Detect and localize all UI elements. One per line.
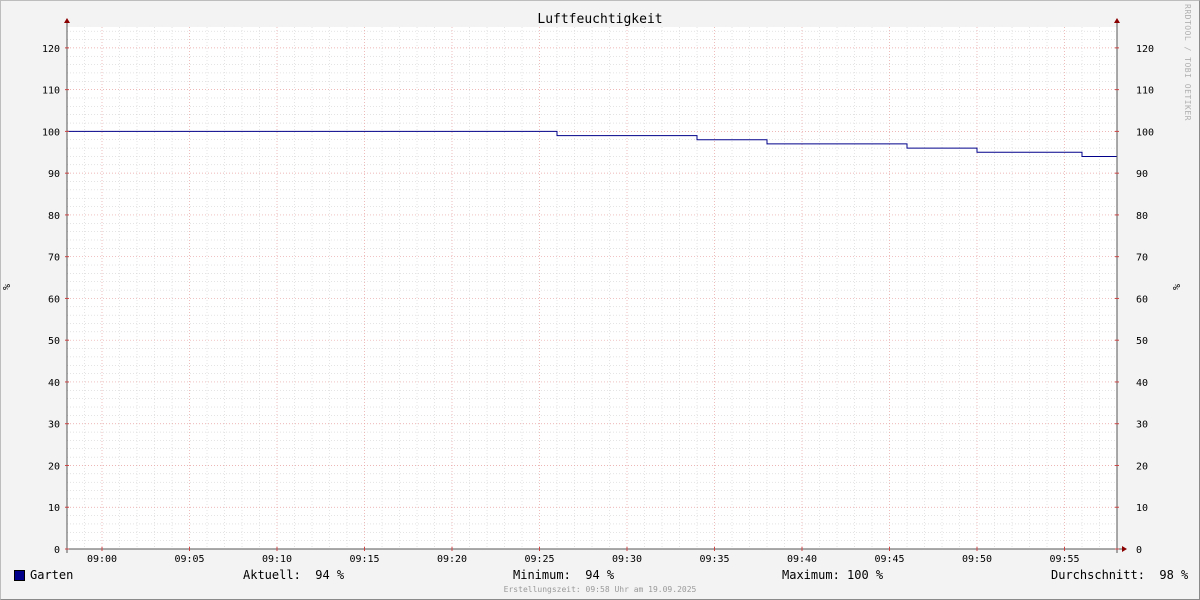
y-tick-label-left: 120 [42, 44, 60, 55]
y-tick-label-left: 110 [42, 86, 60, 97]
humidity-chart: 0 0 10 10 20 20 30 30 40 40 50 50 60 60 70 70 80 80 90 90 10… [2, 12, 1183, 565]
y-axis-label-left: % [2, 284, 13, 290]
y-tick-label-right: 100 [1136, 127, 1154, 138]
y-axis-label-right: % [1172, 284, 1183, 290]
legend-minimum: Minimum: 94 % [513, 568, 615, 582]
y-tick-label-left: 20 [48, 461, 60, 472]
legend-aktuell: Aktuell: 94 % [243, 568, 345, 582]
y-tick-label-left: 70 [48, 253, 60, 264]
x-axis-arrow [1122, 546, 1127, 552]
y-tick-label-right: 50 [1136, 336, 1148, 347]
x-tick-label: 09:30 [612, 554, 642, 565]
x-tick-label: 09:45 [874, 554, 904, 565]
y-tick-label-right: 0 [1136, 545, 1142, 556]
rrdtool-watermark: RRDTOOL / TOBI OETIKER [1183, 4, 1192, 121]
creation-time-footer: Erstellungszeit: 09:58 Uhr am 19.09.2025 [503, 585, 697, 594]
x-tick-label: 09:05 [174, 554, 204, 565]
y-tick-label-left: 80 [48, 211, 60, 222]
x-tick-label: 09:20 [437, 554, 467, 565]
y-axis-arrow-right [1114, 18, 1120, 23]
legend-swatch-garten [14, 570, 25, 581]
y-tick-label-right: 90 [1136, 169, 1148, 180]
y-axis-arrow-left [64, 18, 70, 23]
y-tick-label-left: 40 [48, 378, 60, 389]
y-tick-label-left: 10 [48, 503, 60, 514]
legend-series-name: Garten [30, 568, 74, 582]
y-tick-label-right: 20 [1136, 461, 1148, 472]
y-tick-label-right: 40 [1136, 378, 1148, 389]
y-tick-label-left: 90 [48, 169, 60, 180]
legend-durchschnitt: Durchschnitt: 98 % [1051, 568, 1189, 582]
y-tick-label-right: 30 [1136, 420, 1148, 431]
legend-maximum: Maximum: 100 % [782, 568, 884, 582]
x-tick-label: 09:25 [524, 554, 554, 565]
x-tick-label: 09:10 [262, 554, 292, 565]
y-tick-label-left: 0 [54, 545, 60, 556]
y-tick-label-left: 100 [42, 127, 60, 138]
chart-title: Luftfeuchtigkeit [537, 12, 662, 27]
y-tick-label-right: 110 [1136, 86, 1154, 97]
y-tick-label-right: 60 [1136, 294, 1148, 305]
x-tick-label: 09:35 [699, 554, 729, 565]
x-tick-label: 09:15 [349, 554, 379, 565]
y-tick-label-left: 30 [48, 420, 60, 431]
x-tick-label: 09:50 [962, 554, 992, 565]
y-tick-label-right: 80 [1136, 211, 1148, 222]
y-tick-label-left: 50 [48, 336, 60, 347]
y-tick-label-right: 120 [1136, 44, 1154, 55]
y-tick-label-right: 70 [1136, 253, 1148, 264]
x-tick-label: 09:00 [87, 554, 117, 565]
x-tick-label: 09:40 [787, 554, 817, 565]
x-tick-label: 09:55 [1049, 554, 1079, 565]
y-tick-label-left: 60 [48, 294, 60, 305]
y-tick-label-right: 10 [1136, 503, 1148, 514]
